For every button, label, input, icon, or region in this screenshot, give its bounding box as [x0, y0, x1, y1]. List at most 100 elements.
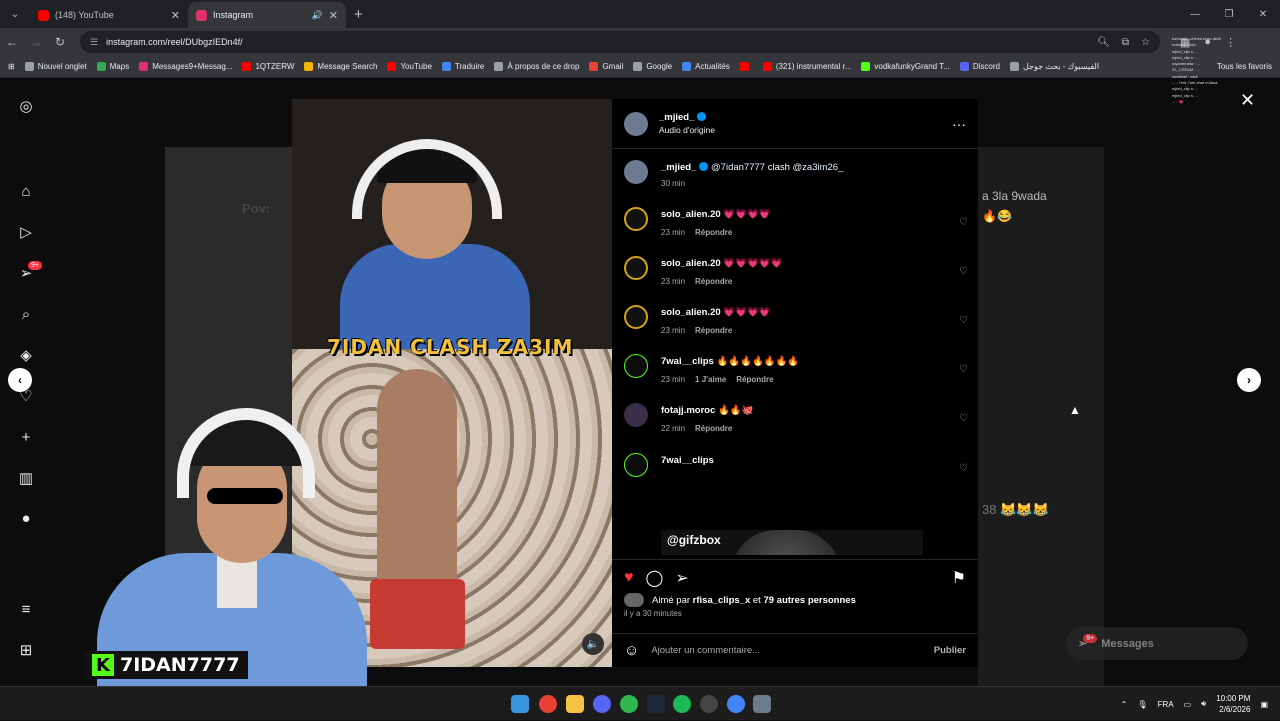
microphone-icon[interactable]: 🎙︎	[1137, 700, 1147, 709]
new-tab-button[interactable]: +	[354, 6, 363, 23]
previous-arrow-icon[interactable]: ‹	[8, 368, 32, 392]
home-icon[interactable]: ⌂	[16, 181, 36, 201]
address-bar[interactable]: ☰ instagram.com/reel/DUbgzIEDn4f/ 🔍︎ ⧉ ☆	[80, 31, 1160, 53]
like-comment-icon[interactable]: ♡	[959, 463, 968, 474]
bookmark-item[interactable]: YouTube	[387, 62, 432, 71]
emoji-icon[interactable]: ☺	[624, 642, 639, 659]
caption-author[interactable]: _mjied_	[661, 162, 696, 173]
commenter-avatar[interactable]	[624, 354, 648, 378]
maximize-icon[interactable]: ❐	[1212, 0, 1246, 28]
windows-start-icon[interactable]	[511, 695, 529, 713]
like-heart-icon[interactable]: ♥	[624, 569, 634, 587]
author-username[interactable]: _mjied_	[659, 112, 694, 123]
discord-icon[interactable]	[593, 695, 611, 713]
commenter-avatar[interactable]	[624, 403, 648, 427]
commenter-avatar[interactable]	[624, 305, 648, 329]
bookmark-item[interactable]: Traduire	[441, 62, 484, 71]
bookmark-item[interactable]: À propos de ce drop	[494, 62, 579, 71]
create-icon[interactable]: +	[16, 427, 36, 447]
like-comment-icon[interactable]: ♡	[959, 217, 968, 228]
more-options-icon[interactable]: ···	[952, 116, 966, 132]
bookmark-item[interactable]: Discord	[959, 62, 1000, 71]
like-comment-icon[interactable]: ♡	[959, 266, 968, 277]
commenter-avatar[interactable]	[624, 453, 648, 477]
bookmark-item[interactable]: Messages9+Messag...	[139, 62, 232, 71]
profile-avatar-icon[interactable]: ●	[16, 508, 36, 528]
bookmark-item[interactable]: (321) instrumental r...	[762, 62, 851, 71]
commenter-avatar[interactable]	[624, 207, 648, 231]
volume-icon[interactable]: 🔊︎	[1201, 699, 1206, 709]
search-icon[interactable]: ⌕	[16, 304, 36, 324]
reels-icon[interactable]: ▷	[16, 222, 36, 242]
apps-icon[interactable]: ⊞	[8, 62, 15, 71]
bookmark-item[interactable]: Nouvel onglet	[24, 62, 87, 71]
minimize-icon[interactable]: —	[1178, 0, 1212, 28]
notifications-icon[interactable]: ▣	[1260, 700, 1268, 709]
bookmark-star-icon[interactable]: ☆	[1141, 37, 1150, 48]
clock[interactable]: 10:00 PM 2/6/2026	[1216, 693, 1250, 715]
commenter-avatar[interactable]	[624, 256, 648, 280]
settings-icon[interactable]	[753, 695, 771, 713]
network-icon[interactable]: ▭	[1184, 700, 1192, 709]
whatsapp-icon[interactable]	[620, 695, 638, 713]
close-window-icon[interactable]: ✕	[1246, 0, 1280, 28]
commenter-username[interactable]: solo_alien.20	[661, 258, 721, 269]
mention-link[interactable]: @za3im26_	[793, 162, 844, 173]
chrome-icon[interactable]	[539, 695, 557, 713]
liked-by-others[interactable]: 79 autres personnes	[763, 595, 855, 606]
comment-input[interactable]	[651, 645, 934, 656]
explore-icon[interactable]: ◈	[16, 345, 36, 365]
bookmark-item[interactable]: الفيسبوك - بحث جوجل	[1009, 62, 1099, 71]
back-icon[interactable]: ←	[0, 35, 24, 49]
commenter-username[interactable]: 7wai__clips	[661, 356, 714, 367]
author-avatar[interactable]	[624, 111, 648, 136]
bookmark-item[interactable]: 1QTZERW	[242, 62, 294, 71]
reload-icon[interactable]: ↻	[48, 35, 72, 49]
site-info-icon[interactable]: ☰	[90, 37, 98, 48]
mute-toggle-icon[interactable]: 🔈	[582, 633, 604, 655]
zoom-icon[interactable]: 🔍︎	[1097, 37, 1110, 48]
commenter-username[interactable]: solo_alien.20	[661, 209, 721, 220]
tray-overflow-icon[interactable]: ⌃	[1121, 700, 1128, 709]
share-icon[interactable]: ➢	[675, 568, 688, 588]
language-indicator[interactable]: FRA	[1158, 700, 1174, 709]
like-comment-icon[interactable]: ♡	[959, 364, 968, 375]
tab-instagram[interactable]: Instagram 🔊 ✕	[188, 2, 346, 28]
liked-by-user[interactable]: rfisa_clips_x	[693, 595, 751, 606]
comment-gif[interactable]: @gifzbox 6 7	[661, 530, 923, 555]
steam-icon[interactable]	[647, 695, 665, 713]
commenter-username[interactable]: solo_alien.20	[661, 307, 721, 318]
bookmark-item[interactable]	[739, 62, 753, 71]
reply-button[interactable]: Répondre	[695, 326, 732, 335]
bookmark-item[interactable]: Gmail	[589, 62, 623, 71]
install-app-icon[interactable]: ⧉	[1122, 37, 1129, 48]
more-menu-icon[interactable]: ≡	[16, 599, 36, 619]
mention-link[interactable]: @7idan7777	[711, 162, 765, 173]
comment-likes[interactable]: 1 J'aime	[695, 375, 726, 384]
reply-button[interactable]: Répondre	[695, 228, 732, 237]
spotify-icon[interactable]	[673, 695, 691, 713]
commenter-username[interactable]: fotajj.moroc	[661, 405, 715, 416]
close-tab-icon[interactable]: ✕	[329, 9, 338, 22]
bookmark-item[interactable]: Actualités	[682, 62, 730, 71]
publish-button[interactable]: Publier	[934, 645, 966, 656]
save-bookmark-icon[interactable]: ⚑	[952, 568, 966, 588]
reply-button[interactable]: Répondre	[736, 375, 773, 384]
like-comment-icon[interactable]: ♡	[959, 413, 968, 424]
bookmark-item[interactable]: Google	[633, 62, 672, 71]
author-avatar[interactable]	[624, 160, 648, 184]
messages-button[interactable]: ➢ 9+ Messages	[1066, 627, 1248, 660]
speaker-icon[interactable]: 🔊	[312, 10, 323, 21]
dashboard-icon[interactable]: ▥	[16, 468, 36, 488]
also-from-meta-icon[interactable]: ⊞	[16, 640, 36, 660]
audio-link[interactable]: Audio d'origine	[659, 125, 715, 135]
close-tab-icon[interactable]: ✕	[171, 9, 180, 22]
bookmark-item[interactable]: Message Search	[304, 62, 377, 71]
tab-youtube[interactable]: (148) YouTube ✕	[30, 2, 188, 28]
commenter-username[interactable]: 7wai__clips	[661, 455, 714, 466]
next-arrow-icon[interactable]: ›	[1237, 368, 1261, 392]
chrome-canary-icon[interactable]	[727, 695, 745, 713]
close-icon[interactable]: ✕	[1240, 90, 1255, 111]
tab-search-icon[interactable]: ⌄	[4, 3, 26, 25]
forward-icon[interactable]: →	[24, 35, 48, 49]
